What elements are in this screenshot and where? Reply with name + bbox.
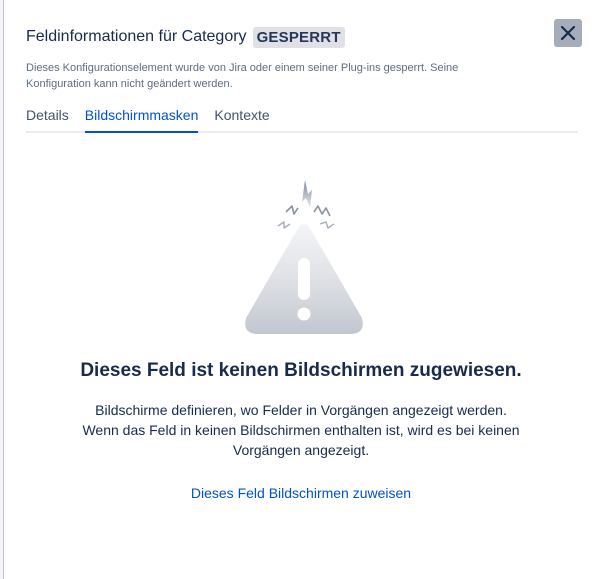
dialog-title: Feldinformationen für Category [26, 28, 247, 45]
close-icon [560, 25, 576, 41]
tab-details[interactable]: Details [26, 106, 69, 129]
empty-state-line: Wenn das Feld in keinen Bildschirmen ent… [82, 422, 520, 438]
locked-badge: GESPERRT [252, 26, 345, 48]
tab-bar: Details Bildschirmmasken Kontexte [26, 106, 578, 133]
empty-state-heading: Dieses Feld ist keinen Bildschirmen zuge… [80, 360, 522, 381]
locked-description: Dieses Konfigurationselement wurde von J… [26, 62, 459, 90]
warning-icon [245, 180, 363, 334]
tab-screens[interactable]: Bildschirmmasken [84, 106, 198, 133]
empty-state-line: Bildschirme definieren, wo Felder in Vor… [95, 402, 507, 418]
field-info-dialog: Feldinformationen für Category GESPERRT … [3, 0, 597, 579]
empty-state-line: Vorgängen angezeigt. [232, 442, 370, 458]
empty-state-description: Bildschirme definieren, wo Felder in Vor… [64, 400, 538, 460]
assign-screens-link[interactable]: Dieses Feld Bildschirmen zuweisen [4, 485, 597, 501]
close-button[interactable] [554, 19, 582, 47]
dialog-header: Feldinformationen für Category GESPERRT [26, 24, 579, 50]
tab-contexts[interactable]: Kontexte [214, 106, 269, 129]
